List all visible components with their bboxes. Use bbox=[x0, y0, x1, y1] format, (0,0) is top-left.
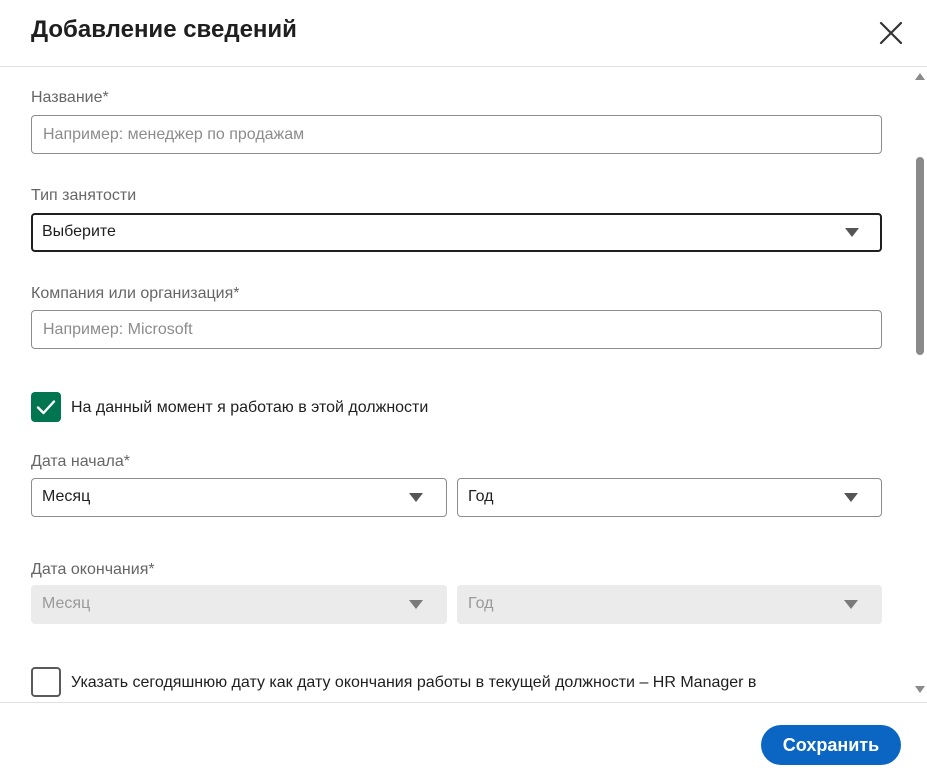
save-button[interactable]: Сохранить bbox=[761, 725, 901, 765]
employment-type-value: Выберите bbox=[42, 223, 116, 240]
chevron-down-icon bbox=[844, 493, 858, 502]
checkmark-icon bbox=[36, 400, 56, 415]
chevron-down-icon bbox=[409, 600, 423, 609]
chevron-down-icon bbox=[844, 600, 858, 609]
end-month-select: Месяц bbox=[31, 585, 447, 624]
start-month-value: Месяц bbox=[42, 488, 91, 505]
company-label: Компания или организация* bbox=[31, 285, 240, 302]
dialog-footer: Сохранить bbox=[0, 702, 927, 778]
end-today-checkbox[interactable] bbox=[31, 667, 61, 697]
close-button[interactable] bbox=[874, 16, 908, 50]
scrollbar[interactable] bbox=[911, 68, 927, 702]
employment-type-select[interactable]: Выберите bbox=[31, 213, 882, 252]
start-year-select[interactable]: Год bbox=[457, 478, 882, 517]
scroll-down-arrow-icon[interactable] bbox=[915, 686, 925, 693]
start-year-value: Год bbox=[468, 488, 494, 505]
end-year-select: Год bbox=[457, 585, 882, 624]
currently-working-checkbox[interactable] bbox=[31, 392, 61, 422]
end-month-value: Месяц bbox=[42, 595, 91, 612]
title-label: Название* bbox=[31, 89, 109, 106]
employment-type-label: Тип занятости bbox=[31, 187, 137, 204]
company-input[interactable] bbox=[32, 311, 881, 348]
end-date-label: Дата окончания* bbox=[31, 561, 155, 578]
close-icon bbox=[879, 21, 903, 45]
scrollbar-thumb[interactable] bbox=[916, 157, 924, 355]
title-input[interactable] bbox=[32, 116, 881, 153]
title-field[interactable] bbox=[31, 115, 882, 154]
currently-working-label: На данный момент я работаю в этой должно… bbox=[71, 399, 429, 416]
scroll-up-arrow-icon[interactable] bbox=[915, 73, 925, 80]
chevron-down-icon bbox=[845, 228, 859, 237]
start-month-select[interactable]: Месяц bbox=[31, 478, 447, 517]
dialog-content[interactable]: Название* Тип занятости Выберите Компани… bbox=[0, 68, 911, 702]
dialog-header: Добавление сведений bbox=[0, 0, 927, 67]
dialog-title: Добавление сведений bbox=[31, 16, 297, 43]
end-year-value: Год bbox=[468, 595, 494, 612]
chevron-down-icon bbox=[409, 493, 423, 502]
end-today-label: Указать сегодяшнюю дату как дату окончан… bbox=[71, 674, 757, 691]
company-field[interactable] bbox=[31, 310, 882, 349]
start-date-label: Дата начала* bbox=[31, 453, 130, 470]
